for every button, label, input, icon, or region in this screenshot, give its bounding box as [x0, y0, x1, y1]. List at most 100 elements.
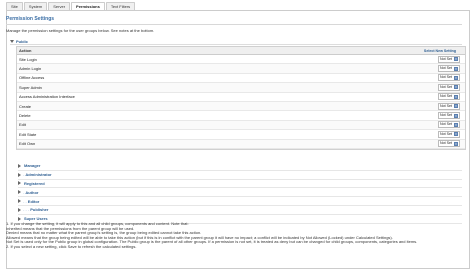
group-label: Manager — [24, 163, 41, 169]
group-toggle-public[interactable]: Public — [10, 38, 462, 45]
table-row: Edit State Not Set ▾ — [17, 130, 465, 140]
setting-select[interactable]: Not Set ▾ — [438, 112, 460, 120]
chevron-down-icon — [10, 39, 14, 43]
group-toggle-editor[interactable]: - - Editor — [18, 197, 462, 206]
table-row: Edit Own Not Set ▾ — [17, 139, 465, 149]
action-label: Delete — [19, 113, 31, 119]
table-row: Delete Not Set ▾ — [17, 111, 465, 121]
notes: 1. If you change the setting, it will ap… — [6, 221, 466, 250]
setting-cell: Not Set ▾ — [410, 121, 465, 129]
group-label: Administrator — [25, 172, 52, 178]
table-row: Site Login Not Set ▾ — [17, 55, 465, 65]
setting-value: Not Set — [440, 103, 452, 108]
action-label: Edit Own — [19, 141, 36, 147]
group-label: Publisher — [30, 207, 49, 213]
setting-value: Not Set — [440, 94, 452, 99]
group-label: Registered — [24, 180, 45, 186]
tab-bar: Site System Server Permissions Text Filters — [6, 2, 136, 10]
chevron-down-icon: ▾ — [454, 94, 458, 99]
column-header-action: Action — [19, 48, 32, 53]
setting-value: Not Set — [440, 56, 452, 61]
setting-value: Not Set — [440, 122, 452, 127]
group-toggle-author[interactable]: - Author — [18, 188, 462, 198]
intro-text: Manage the permission settings for the u… — [6, 28, 155, 33]
table-row: Create Not Set ▾ — [17, 101, 465, 112]
group-toggle-manager[interactable]: Manager — [18, 162, 462, 171]
setting-select[interactable]: Not Set ▾ — [438, 93, 460, 101]
tab-server[interactable]: Server — [48, 2, 71, 10]
setting-cell: Not Set ▾ — [410, 74, 465, 82]
setting-cell: Not Set ▾ — [410, 130, 465, 138]
setting-value: Not Set — [440, 66, 452, 71]
table-row: Super Admin Not Set ▾ — [17, 83, 465, 93]
setting-select[interactable]: Not Set ▾ — [438, 102, 460, 110]
chevron-down-icon: ▾ — [454, 75, 458, 80]
setting-select[interactable]: Not Set ▾ — [438, 140, 460, 148]
indent-marker: - - - — [23, 207, 30, 213]
setting-value: Not Set — [440, 84, 452, 89]
setting-cell: Not Set ▾ — [410, 140, 465, 148]
table-row: Offline Access Not Set ▾ — [17, 74, 465, 84]
group-label: Editor — [27, 198, 40, 204]
action-label: Offline Access — [19, 75, 45, 81]
note-line: 2. If you select a new setting, click Sa… — [6, 243, 137, 249]
chevron-right-icon — [18, 172, 21, 177]
action-label: Create — [19, 103, 32, 109]
indent-marker: - - — [23, 198, 27, 204]
action-label: Site Login — [19, 56, 37, 62]
indent-marker: - — [23, 172, 25, 178]
chevron-right-icon — [18, 181, 21, 186]
table-row: Access Administration Interface Not Set ▾ — [17, 93, 465, 102]
chevron-down-icon: ▾ — [454, 122, 458, 127]
table-header: Action Select New Setting — [17, 47, 465, 55]
group-label: Public — [16, 38, 29, 44]
indent-marker: - — [23, 189, 25, 195]
tab-site[interactable]: Site — [6, 2, 23, 10]
table-row: Admin Login Not Set ▾ — [17, 64, 465, 74]
setting-select[interactable]: Not Set ▾ — [438, 74, 460, 82]
chevron-down-icon: ▾ — [454, 85, 458, 90]
setting-value: Not Set — [440, 75, 452, 80]
chevron-down-icon: ▾ — [454, 132, 458, 137]
action-label: Admin Login — [19, 66, 42, 72]
setting-cell: Not Set ▾ — [410, 93, 465, 101]
group-toggle-registered[interactable]: Registered — [18, 180, 462, 189]
action-label: Super Admin — [19, 84, 42, 90]
tab-permissions[interactable]: Permissions — [71, 2, 105, 10]
chevron-right-icon — [18, 207, 21, 212]
setting-value: Not Set — [440, 113, 452, 118]
group-label: Author — [25, 189, 39, 195]
action-label: Edit State — [19, 131, 37, 137]
table-row: Edit Not Set ▾ — [17, 120, 465, 131]
setting-cell: Not Set ▾ — [410, 65, 465, 73]
setting-cell: Not Set ▾ — [410, 83, 465, 91]
setting-cell: Not Set ▾ — [410, 112, 465, 120]
setting-value: Not Set — [440, 141, 452, 146]
tab-system[interactable]: System — [23, 2, 48, 10]
group-toggle-administrator[interactable]: - Administrator — [18, 171, 462, 180]
setting-select[interactable]: Not Set ▾ — [438, 130, 460, 138]
setting-value: Not Set — [440, 131, 452, 136]
group-list: Manager - Administrator Registered - Author… — [18, 162, 462, 224]
setting-select[interactable]: Not Set ▾ — [438, 83, 460, 91]
chevron-down-icon: ▾ — [454, 104, 458, 109]
action-label: Access Administration Interface — [19, 94, 75, 100]
section-title: Permission Settings — [6, 16, 55, 22]
setting-select[interactable]: Not Set ▾ — [438, 65, 460, 73]
chevron-down-icon: ▾ — [454, 57, 458, 62]
chevron-right-icon — [18, 163, 21, 168]
tab-text-filters[interactable]: Text Filters — [105, 2, 136, 10]
setting-select[interactable]: Not Set ▾ — [438, 121, 460, 129]
chevron-right-icon — [18, 190, 21, 195]
setting-cell: Not Set ▾ — [410, 55, 465, 63]
setting-select[interactable]: Not Set ▾ — [438, 55, 460, 63]
column-header-setting: Select New Setting — [423, 48, 457, 53]
chevron-down-icon: ▾ — [454, 141, 458, 146]
chevron-down-icon: ▾ — [454, 66, 458, 71]
chevron-down-icon: ▾ — [454, 113, 458, 118]
divider — [6, 24, 462, 25]
group-toggle-publisher[interactable]: - - - Publisher — [18, 206, 462, 215]
action-label: Edit — [19, 122, 26, 128]
chevron-right-icon — [18, 199, 21, 204]
setting-cell: Not Set ▾ — [410, 102, 465, 110]
